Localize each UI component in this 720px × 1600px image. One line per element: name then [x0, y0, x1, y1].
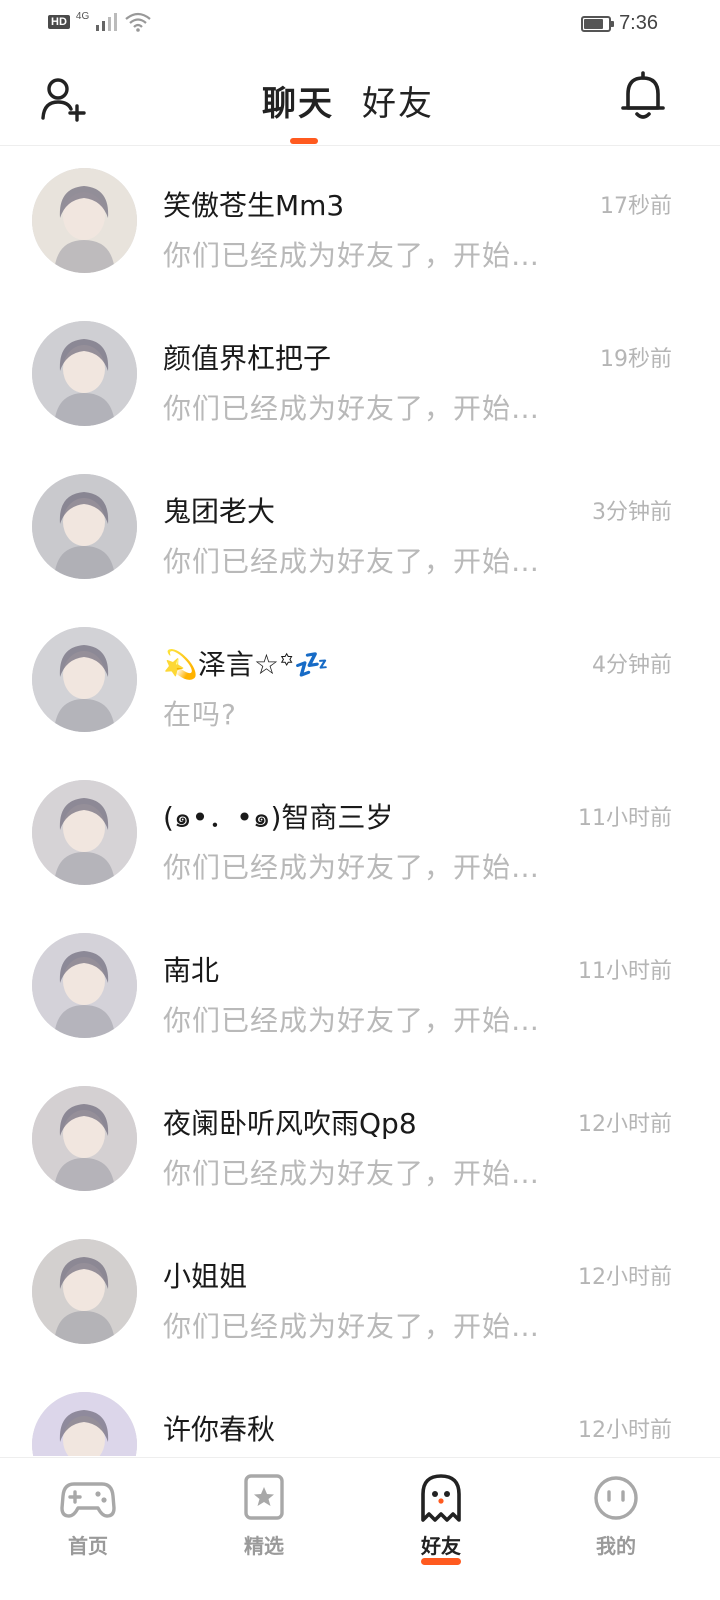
chat-name: 💫泽言☆꙳💤	[163, 648, 330, 681]
chat-time: 12小时前	[578, 1418, 672, 1443]
hd-badge: HD	[48, 15, 70, 29]
avatar-figure-icon	[32, 1086, 137, 1191]
chat-row[interactable]: 南北 11小时前 你们已经成为好友了，开始…	[0, 911, 720, 1064]
chat-row[interactable]: 💫泽言☆꙳💤 4分钟前 在吗?	[0, 605, 720, 758]
chat-time: 17秒前	[600, 194, 672, 219]
avatar-figure-icon	[32, 168, 137, 273]
chat-last-message: 你们已经成为好友了，开始…	[163, 392, 541, 425]
chat-row[interactable]: 笑傲苍生Mm3 17秒前 你们已经成为好友了，开始…	[0, 146, 720, 299]
nav-active-indicator	[421, 1558, 461, 1565]
chat-name: 夜阑卧听风吹雨Qp8	[163, 1107, 417, 1140]
status-left: HD 4G	[48, 10, 151, 32]
chat-time: 19秒前	[600, 347, 672, 372]
avatar[interactable]	[32, 933, 137, 1038]
avatar-figure-icon	[32, 780, 137, 885]
chat-row[interactable]: 颜值界杠把子 19秒前 你们已经成为好友了，开始…	[0, 299, 720, 452]
avatar[interactable]	[32, 1239, 137, 1344]
chat-time: 11小时前	[578, 959, 672, 984]
active-tab-indicator	[290, 138, 318, 144]
bottom-nav: 首页 精选 好友 我的	[0, 1457, 720, 1600]
avatar-figure-icon	[32, 1392, 137, 1456]
avatar[interactable]	[32, 1392, 137, 1456]
nav-friends-label-text: 好友	[421, 1534, 461, 1558]
chat-last-message: 你们已经成为好友了，开始…	[163, 1004, 541, 1037]
avatar-figure-icon	[32, 321, 137, 426]
chat-time: 11小时前	[578, 806, 672, 831]
status-right: 7:36	[581, 12, 658, 35]
chat-name: 小姐姐	[163, 1260, 248, 1293]
avatar-figure-icon	[32, 1239, 137, 1344]
signal-icon	[96, 13, 118, 31]
chat-time: 12小时前	[578, 1112, 672, 1137]
chat-name: 南北	[163, 954, 220, 987]
chat-row[interactable]: 夜阑卧听风吹雨Qp8 12小时前 你们已经成为好友了，开始…	[0, 1064, 720, 1217]
clock: 7:36	[619, 12, 658, 34]
chat-last-message: 你们已经成为好友了，开始…	[163, 545, 541, 578]
add-user-icon	[41, 78, 86, 122]
chat-name: 许你春秋	[163, 1413, 276, 1446]
tab-chat[interactable]: 聊天	[262, 76, 334, 125]
chat-row[interactable]: 许你春秋 12小时前	[0, 1370, 720, 1456]
chat-name: 笑傲苍生Mm3	[163, 189, 345, 222]
nav-featured[interactable]: 精选	[204, 1474, 324, 1559]
battery-icon	[581, 15, 615, 32]
chat-name: (๑•．•๑)智商三岁	[163, 801, 394, 834]
chat-last-message: 你们已经成为好友了，开始…	[163, 1157, 541, 1190]
chat-last-message: 你们已经成为好友了，开始…	[163, 1310, 541, 1343]
star-card-icon	[244, 1474, 284, 1520]
header-tabs: 聊天 好友	[262, 76, 434, 125]
chat-time: 3分钟前	[592, 500, 672, 525]
chat-last-message: 在吗?	[163, 698, 237, 731]
chat-time: 12小时前	[578, 1265, 672, 1290]
nav-profile-label: 我的	[596, 1534, 636, 1558]
nav-featured-label: 精选	[244, 1534, 284, 1558]
nav-profile[interactable]: 我的	[556, 1474, 676, 1559]
chat-row[interactable]: 小姐姐 12小时前 你们已经成为好友了，开始…	[0, 1217, 720, 1370]
avatar[interactable]	[32, 780, 137, 885]
avatar-figure-icon	[32, 627, 137, 732]
wifi-icon	[125, 12, 151, 32]
avatar-figure-icon	[32, 474, 137, 579]
add-friend-button[interactable]	[38, 74, 88, 124]
chat-row[interactable]: 鬼团老大 3分钟前 你们已经成为好友了，开始…	[0, 452, 720, 605]
avatar[interactable]	[32, 474, 137, 579]
nav-friends-label: 好友	[421, 1530, 461, 1565]
avatar[interactable]	[32, 321, 137, 426]
network-type: 4G	[75, 10, 90, 22]
tab-friends[interactable]: 好友	[362, 76, 434, 125]
nav-home-label: 首页	[68, 1534, 108, 1558]
chat-last-message: 你们已经成为好友了，开始…	[163, 851, 541, 884]
bell-icon	[621, 71, 665, 119]
chat-list: 笑傲苍生Mm3 17秒前 你们已经成为好友了，开始… 颜值界杠把子 19秒前 你…	[0, 146, 720, 1456]
chat-name: 鬼团老大	[163, 495, 276, 528]
top-nav: 聊天 好友	[0, 50, 720, 146]
avatar[interactable]	[32, 168, 137, 273]
avatar[interactable]	[32, 1086, 137, 1191]
nav-home[interactable]: 首页	[28, 1474, 148, 1559]
face-icon	[594, 1476, 638, 1520]
chat-name: 颜值界杠把子	[163, 342, 332, 375]
avatar[interactable]	[32, 627, 137, 732]
gamepad-icon	[60, 1482, 116, 1518]
chat-row[interactable]: (๑•．•๑)智商三岁 11小时前 你们已经成为好友了，开始…	[0, 758, 720, 911]
notifications-button[interactable]	[618, 70, 668, 122]
avatar-figure-icon	[32, 933, 137, 1038]
battery-level	[584, 18, 604, 29]
chat-time: 4分钟前	[592, 653, 672, 678]
nav-friends[interactable]: 好友	[381, 1474, 501, 1565]
ghost-icon	[421, 1474, 461, 1522]
chat-last-message: 你们已经成为好友了，开始…	[163, 239, 541, 272]
status-bar: HD 4G 7:36	[0, 0, 720, 50]
